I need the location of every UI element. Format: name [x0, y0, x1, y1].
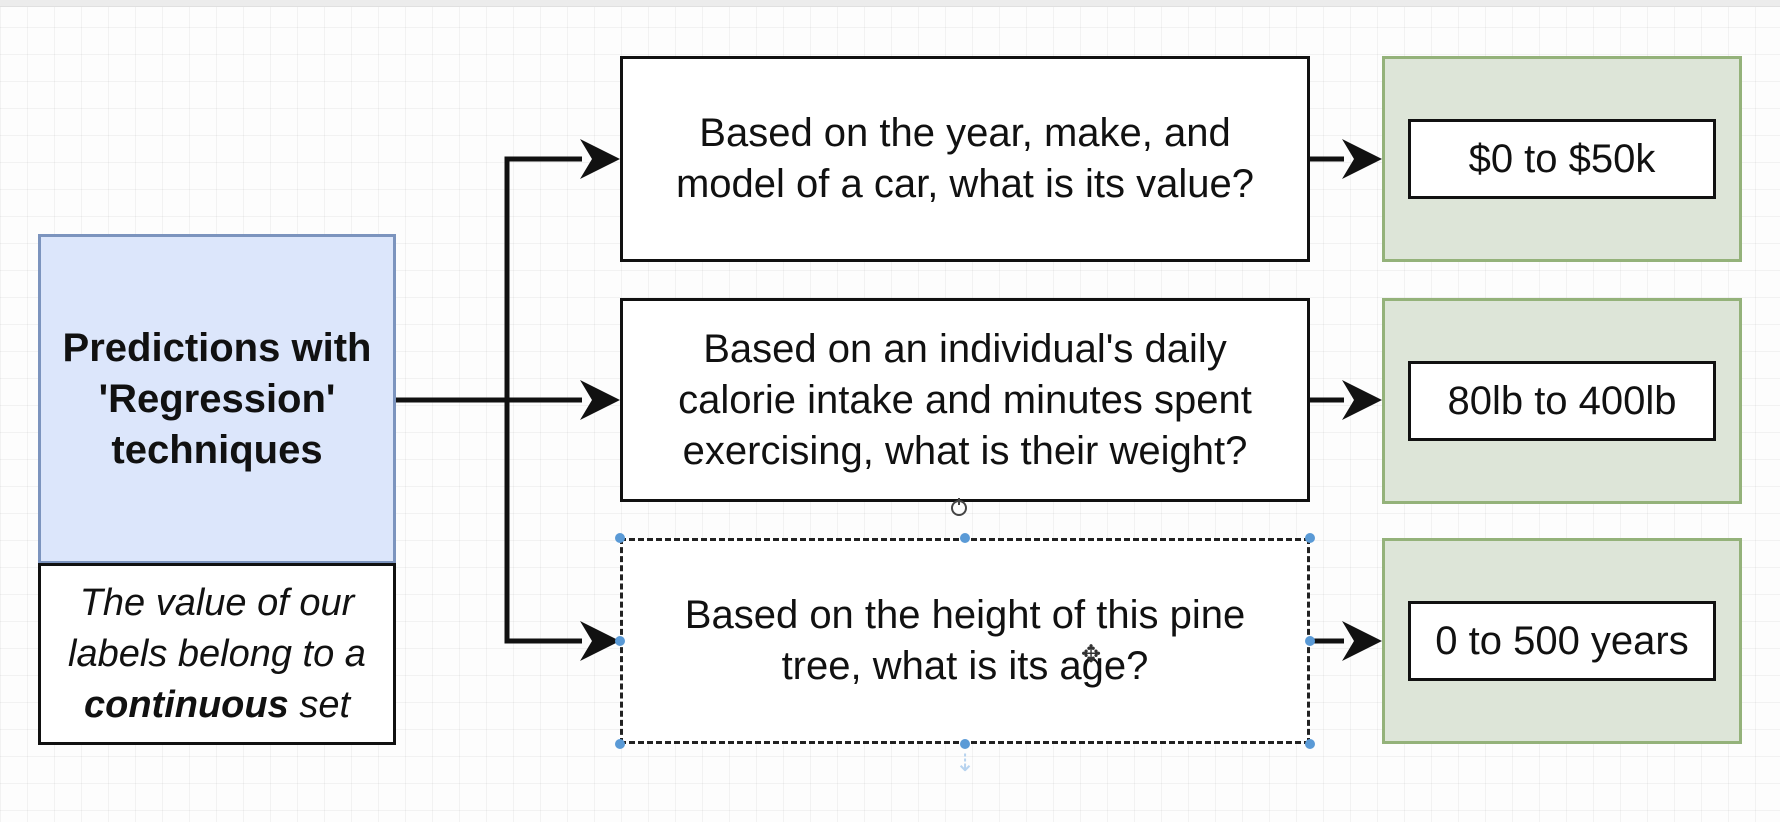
arrowhead-r2 — [1342, 380, 1382, 420]
move-cursor-icon: ✥ — [1081, 641, 1102, 668]
arrowhead-r3 — [1342, 621, 1382, 661]
note-text: The value of our labels belong to a cont… — [45, 578, 389, 731]
result-box-weight[interactable]: 80lb to 400lb — [1382, 298, 1742, 504]
selection-handle-top-left[interactable] — [615, 533, 625, 543]
result-range-weight[interactable]: 80lb to 400lb — [1408, 361, 1716, 441]
arrowhead-q3 — [580, 621, 620, 661]
question-box-weight[interactable]: Based on an individual's daily calorie i… — [620, 298, 1310, 502]
selection-handle-top[interactable] — [960, 533, 970, 543]
selection-handle-top-right[interactable] — [1305, 533, 1315, 543]
question-box-tree-age-selected[interactable]: Based on the height of this pine tree, w… — [620, 538, 1310, 744]
note-text-part1: The value of our labels belong to a — [68, 581, 366, 675]
connector-main-to-q1 — [396, 156, 582, 403]
note-text-bold: continuous — [83, 683, 289, 726]
result-range-car-value[interactable]: $0 to $50k — [1408, 119, 1716, 199]
question-text-car-value: Based on the year, make, and model of a … — [675, 111, 1255, 206]
selection-handle-left[interactable] — [615, 636, 625, 646]
arrowhead-q2 — [580, 380, 620, 420]
question-text-weight: Based on an individual's daily calorie i… — [678, 326, 1252, 473]
regression-title-text: Predictions with 'Regression' techniques — [62, 325, 372, 472]
question-text-tree-age: Based on the height of this pine tree, w… — [684, 593, 1246, 688]
selection-handle-bottom-right[interactable] — [1305, 739, 1315, 749]
rotate-handle-icon[interactable] — [951, 498, 967, 516]
continuous-set-note-box[interactable]: The value of our labels belong to a cont… — [38, 563, 396, 745]
connect-arrow-icon[interactable]: ⇣ — [955, 752, 975, 776]
result-range-tree-age[interactable]: 0 to 500 years — [1408, 601, 1716, 681]
note-text-part2: set — [299, 683, 351, 726]
result-box-car-value[interactable]: $0 to $50k — [1382, 56, 1742, 262]
connector-main-to-q3 — [504, 400, 582, 644]
arrowhead-r1 — [1342, 139, 1382, 179]
regression-title-box[interactable]: Predictions with 'Regression' techniques — [38, 234, 396, 564]
selection-handle-right[interactable] — [1305, 636, 1315, 646]
selection-handle-bottom-left[interactable] — [615, 739, 625, 749]
result-box-tree-age[interactable]: 0 to 500 years — [1382, 538, 1742, 744]
arrowhead-q1 — [580, 139, 620, 179]
selection-handle-bottom[interactable] — [960, 739, 970, 749]
question-box-car-value[interactable]: Based on the year, make, and model of a … — [620, 56, 1310, 262]
